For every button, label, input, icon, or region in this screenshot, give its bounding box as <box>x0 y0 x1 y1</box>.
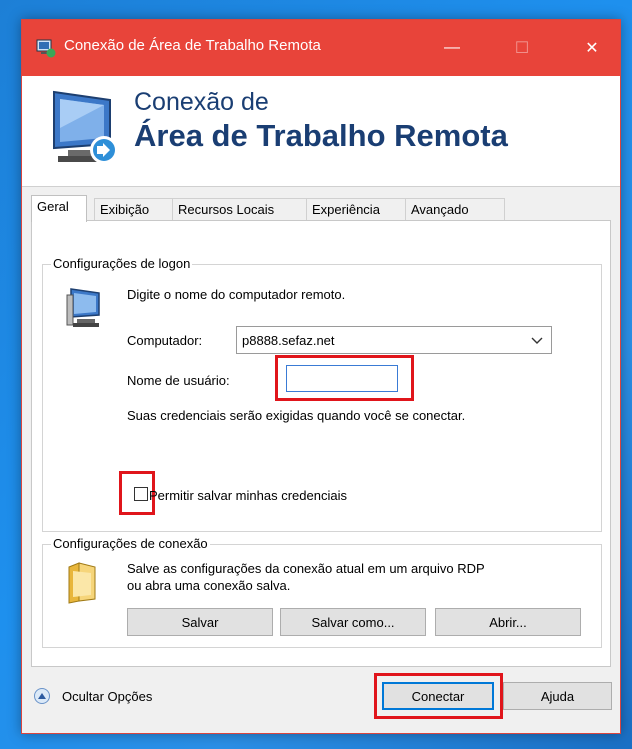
connect-highlight <box>374 673 503 719</box>
save-as-button[interactable]: Salvar como... <box>280 608 426 636</box>
tab-avancado[interactable]: Avançado <box>405 198 505 220</box>
hide-options-link[interactable]: Ocultar Opções <box>62 689 152 704</box>
computer-icon <box>66 288 100 327</box>
folder-icon <box>68 562 96 604</box>
minimize-icon: — <box>444 39 460 56</box>
banner-title-line2: Área de Trabalho Remota <box>134 118 508 153</box>
close-button[interactable]: ✕ <box>569 20 615 76</box>
collapse-options-icon[interactable] <box>34 688 50 704</box>
credentials-note: Suas credenciais serão exigidas quando v… <box>127 408 466 423</box>
maximize-icon: ☐ <box>514 40 530 57</box>
computer-label: Computador: <box>127 333 203 348</box>
save-button[interactable]: Salvar <box>127 608 273 636</box>
tab-experiencia[interactable]: Experiência <box>306 198 406 220</box>
title-bar[interactable]: Conexão de Área de Trabalho Remota — ☐ ✕ <box>22 20 620 76</box>
computer-value: p8888.sefaz.net <box>242 333 335 348</box>
connection-description-1: Salve as configurações da conexão atual … <box>127 561 485 576</box>
tab-geral[interactable]: Geral <box>31 195 87 222</box>
connection-description-2: ou abra uma conexão salva. <box>127 578 291 593</box>
general-tab-panel: Configurações de logon Digite o nome do … <box>31 220 611 667</box>
open-button[interactable]: Abrir... <box>435 608 581 636</box>
close-icon: ✕ <box>585 40 599 57</box>
rdp-window: Conexão de Área de Trabalho Remota — ☐ ✕… <box>21 19 621 734</box>
connection-settings-group: Configurações de conexão Salve as config… <box>42 536 602 648</box>
computer-combobox[interactable]: p8888.sefaz.net <box>236 326 552 354</box>
window-title: Conexão de Área de Trabalho Remota <box>64 37 321 54</box>
username-highlight <box>275 355 414 401</box>
remote-desktop-icon <box>36 39 56 58</box>
tab-recursos-locais[interactable]: Recursos Locais <box>172 198 307 220</box>
maximize-button[interactable]: ☐ <box>499 20 545 76</box>
minimize-button[interactable]: — <box>429 20 475 76</box>
logon-group-title: Configurações de logon <box>51 256 193 271</box>
connection-group-title: Configurações de conexão <box>51 536 210 551</box>
banner: Conexão de Área de Trabalho Remota <box>22 76 620 187</box>
logon-instruction: Digite o nome do computador remoto. <box>127 287 346 302</box>
help-button[interactable]: Ajuda <box>503 682 612 710</box>
banner-title-line1: Conexão de <box>134 88 269 116</box>
save-credentials-label[interactable]: Permitir salvar minhas credenciais <box>149 488 347 503</box>
logon-settings-group: Configurações de logon Digite o nome do … <box>42 256 602 532</box>
monitor-connection-icon <box>53 90 118 164</box>
chevron-up-icon <box>38 693 46 699</box>
tab-exibicao[interactable]: Exibição <box>94 198 173 220</box>
username-label: Nome de usuário: <box>127 373 230 388</box>
chevron-down-icon <box>531 337 543 344</box>
